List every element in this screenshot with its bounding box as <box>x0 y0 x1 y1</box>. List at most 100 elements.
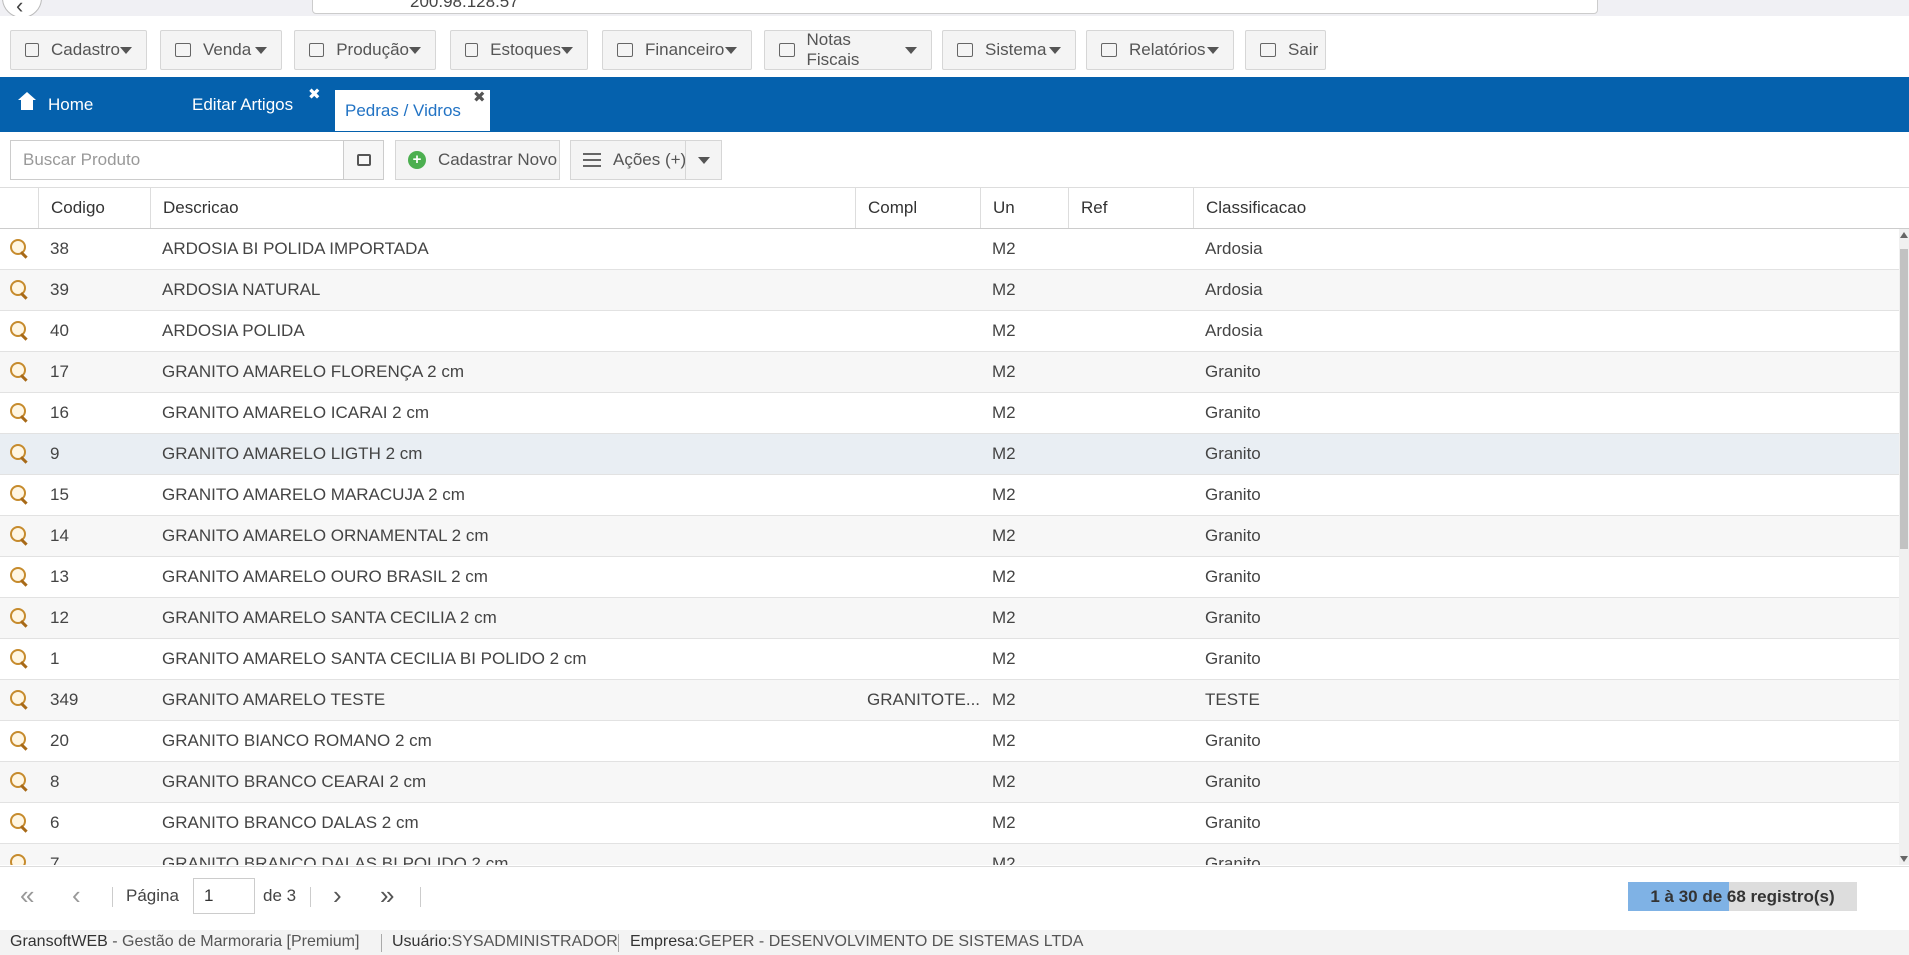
menu-label: Relatórios <box>1129 40 1206 59</box>
table-row[interactable]: 349 GRANITO AMARELO TESTE GRANITOTE... M2 TE… <box>0 680 1899 721</box>
cell-compl <box>855 844 980 865</box>
column-header-compl[interactable]: Compl <box>855 188 980 228</box>
home-icon <box>18 91 36 112</box>
table-row[interactable]: 13 GRANITO AMARELO OURO BRASIL 2 cm M2 Gran… <box>0 557 1899 598</box>
magnifier-icon[interactable] <box>10 690 30 710</box>
magnifier-icon[interactable] <box>10 526 30 546</box>
menu-sair[interactable]: Sair <box>1245 30 1326 70</box>
table-row[interactable]: 7 GRANITO BRANCO DALAS BI POLIDO 2 cm M2 Gr… <box>0 844 1899 865</box>
column-header-descricao[interactable]: Descricao <box>150 188 855 228</box>
scrollbar-thumb[interactable] <box>1900 249 1908 549</box>
table-row[interactable]: 1 GRANITO AMARELO SANTA CECILIA BI POLIDO… <box>0 639 1899 680</box>
divider <box>618 934 619 952</box>
magnifier-icon[interactable] <box>10 362 30 382</box>
magnifier-icon[interactable] <box>10 280 30 300</box>
caret-down-icon <box>561 46 573 54</box>
cell-un: M2 <box>992 444 1016 463</box>
acoes-button[interactable]: Ações (+) <box>570 140 722 180</box>
table-row[interactable]: 16 GRANITO AMARELO ICARAI 2 cm M2 Granito <box>0 393 1899 434</box>
tab-editar-artigos[interactable]: Editar Artigos ✖ <box>192 77 322 132</box>
menu-label: Produção <box>336 40 409 59</box>
close-icon[interactable]: ✖ <box>308 87 321 102</box>
magnifier-icon[interactable] <box>10 608 30 628</box>
close-icon[interactable]: ✖ <box>473 90 486 105</box>
divider <box>381 934 382 952</box>
cell-classificacao: Granito <box>1205 444 1261 463</box>
cell-codigo: 15 <box>50 485 69 504</box>
magnifier-icon[interactable] <box>10 731 30 751</box>
vertical-scrollbar[interactable] <box>1899 229 1909 865</box>
search-input[interactable] <box>11 141 345 179</box>
magnifier-icon[interactable] <box>10 854 30 865</box>
app-info: GransoftWEB - Gestão de Marmoraria [Prem… <box>10 933 359 951</box>
table-row[interactable]: 9 GRANITO AMARELO LIGTH 2 cm M2 Granito <box>0 434 1899 475</box>
table-row[interactable]: 40 ARDOSIA POLIDA M2 Ardosia <box>0 311 1899 352</box>
menu-relatorios[interactable]: Relatórios <box>1086 30 1234 70</box>
menu-estoques[interactable]: Estoques <box>450 30 588 70</box>
last-page-icon[interactable]: » <box>380 867 394 925</box>
menu-producao[interactable]: Produção <box>294 30 436 70</box>
tab-label: Home <box>48 94 94 114</box>
first-page-icon[interactable]: « <box>20 867 34 925</box>
menu-notas-fiscais[interactable]: Notas Fiscais <box>764 30 932 70</box>
cell-codigo: 40 <box>50 321 69 340</box>
table-row[interactable]: 12 GRANITO AMARELO SANTA CECILIA 2 cm M2 Gr… <box>0 598 1899 639</box>
table-row[interactable]: 38 ARDOSIA BI POLIDA IMPORTADA M2 Ardosia <box>0 229 1899 270</box>
scroll-up-icon[interactable] <box>1900 232 1908 238</box>
table-row[interactable]: 14 GRANITO AMARELO ORNAMENTAL 2 cm M2 Grani… <box>0 516 1899 557</box>
divider <box>112 887 113 907</box>
record-range: 1 à 30 de 68 registro(s) <box>1628 882 1857 911</box>
cadastrar-novo-button[interactable]: + Cadastrar Novo <box>395 140 560 180</box>
table-row[interactable]: 20 GRANITO BIANCO ROMANO 2 cm M2 Granito <box>0 721 1899 762</box>
magnifier-icon[interactable] <box>10 649 30 669</box>
tab-home[interactable]: Home <box>18 77 93 132</box>
search-button[interactable] <box>343 141 383 179</box>
search-box <box>10 140 384 180</box>
prev-page-icon[interactable]: ‹ <box>72 867 81 925</box>
next-page-icon[interactable]: › <box>333 867 342 925</box>
table-row[interactable]: 39 ARDOSIA NATURAL M2 Ardosia <box>0 270 1899 311</box>
table-row[interactable]: 8 GRANITO BRANCO CEARAI 2 cm M2 Granito <box>0 762 1899 803</box>
url-text[interactable]: 200.98.128.57 <box>410 0 519 12</box>
app-edition: - Gestão de Marmoraria [Premium] <box>107 933 360 950</box>
magnifier-icon[interactable] <box>10 403 30 423</box>
column-header-codigo[interactable]: Codigo <box>38 188 150 228</box>
cell-compl <box>855 475 980 515</box>
tab-pedras-vidros[interactable]: Pedras / Vidros ✖ <box>334 89 491 132</box>
magnifier-icon[interactable] <box>10 239 30 259</box>
caret-down-icon[interactable] <box>685 141 721 179</box>
column-header-ref[interactable]: Ref <box>1068 188 1193 228</box>
magnifier-icon[interactable] <box>10 444 30 464</box>
cell-un: M2 <box>992 362 1016 381</box>
magnifier-icon[interactable] <box>10 485 30 505</box>
menu-venda[interactable]: Venda <box>160 30 282 70</box>
cell-classificacao: Granito <box>1205 649 1261 668</box>
table-row[interactable]: 17 GRANITO AMARELO FLORENÇA 2 cm M2 Granito <box>0 352 1899 393</box>
scroll-down-icon[interactable] <box>1900 856 1908 862</box>
cell-classificacao: Granito <box>1205 608 1261 627</box>
menu-sistema[interactable]: Sistema <box>942 30 1076 70</box>
back-button[interactable] <box>2 0 42 16</box>
caret-down-icon <box>1207 46 1219 54</box>
magnifier-icon[interactable] <box>10 567 30 587</box>
company-label: Empresa: <box>630 933 699 950</box>
table-row[interactable]: 15 GRANITO AMARELO MARACUJA 2 cm M2 Granito <box>0 475 1899 516</box>
magnifier-icon[interactable] <box>10 772 30 792</box>
pager: « ‹ Página de 3 › » 1 à 30 de 68 registr… <box>0 866 1909 924</box>
company-info: Empresa:GEPER - DESENVOLVIMENTO DE SISTE… <box>630 933 1083 951</box>
page-number-input[interactable] <box>193 878 255 914</box>
column-header-un[interactable]: Un <box>980 188 1068 228</box>
table-row[interactable]: 6 GRANITO BRANCO DALAS 2 cm M2 Granito <box>0 803 1899 844</box>
browser-toolbar: 200.98.128.57 <box>0 0 1909 16</box>
magnifier-icon[interactable] <box>10 321 30 341</box>
cell-descricao: GRANITO AMARELO MARACUJA 2 cm <box>162 485 465 504</box>
menu-cadastro[interactable]: Cadastro <box>10 30 147 70</box>
column-header-classificacao[interactable]: Classificacao <box>1193 188 1899 228</box>
chart-icon <box>309 43 325 57</box>
menu-label: Estoques <box>490 40 561 59</box>
cell-compl <box>855 803 980 843</box>
menu-label: Sair <box>1288 40 1319 59</box>
magnifier-icon[interactable] <box>10 813 30 833</box>
menu-financeiro[interactable]: Financeiro <box>602 30 752 70</box>
cell-ref <box>1068 434 1193 474</box>
